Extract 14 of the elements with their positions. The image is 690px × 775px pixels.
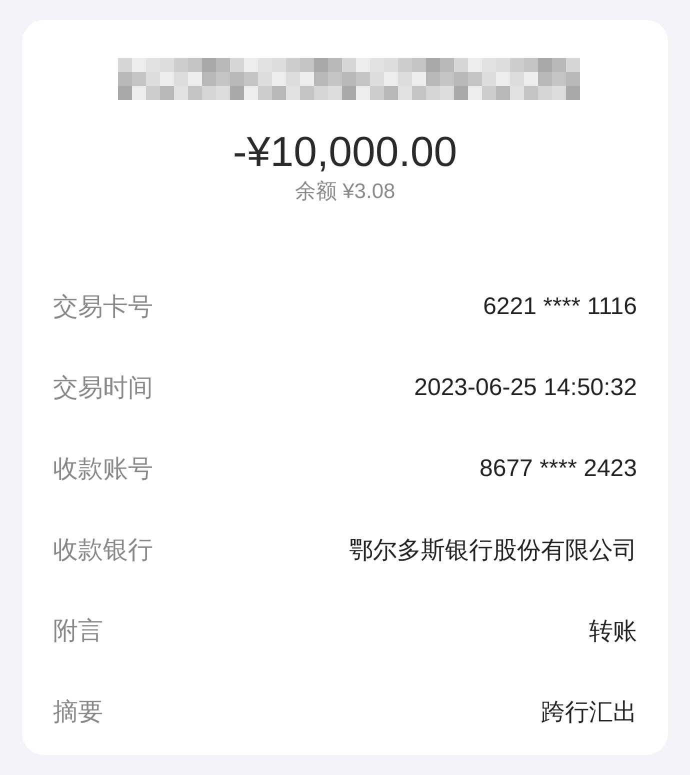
detail-value: 8677 **** 2423 — [480, 454, 637, 482]
amount: -¥10,000.00 — [232, 127, 458, 177]
detail-value: 转账 — [589, 616, 637, 646]
detail-label: 交易时间 — [53, 372, 153, 404]
detail-value: 2023-06-25 14:50:32 — [414, 374, 637, 402]
detail-value: 6221 **** 1116 — [483, 292, 637, 320]
detail-label: 附言 — [53, 615, 103, 647]
detail-label: 收款账号 — [53, 453, 153, 485]
detail-value: 跨行汇出 — [541, 698, 637, 728]
balance: 余额 ¥3.08 — [294, 179, 396, 205]
detail-label: 收款银行 — [53, 534, 153, 566]
detail-label: 摘要 — [53, 696, 103, 728]
detail-label: 交易卡号 — [53, 291, 153, 323]
detail-value: 鄂尔多斯银行股份有限公司 — [349, 536, 637, 566]
